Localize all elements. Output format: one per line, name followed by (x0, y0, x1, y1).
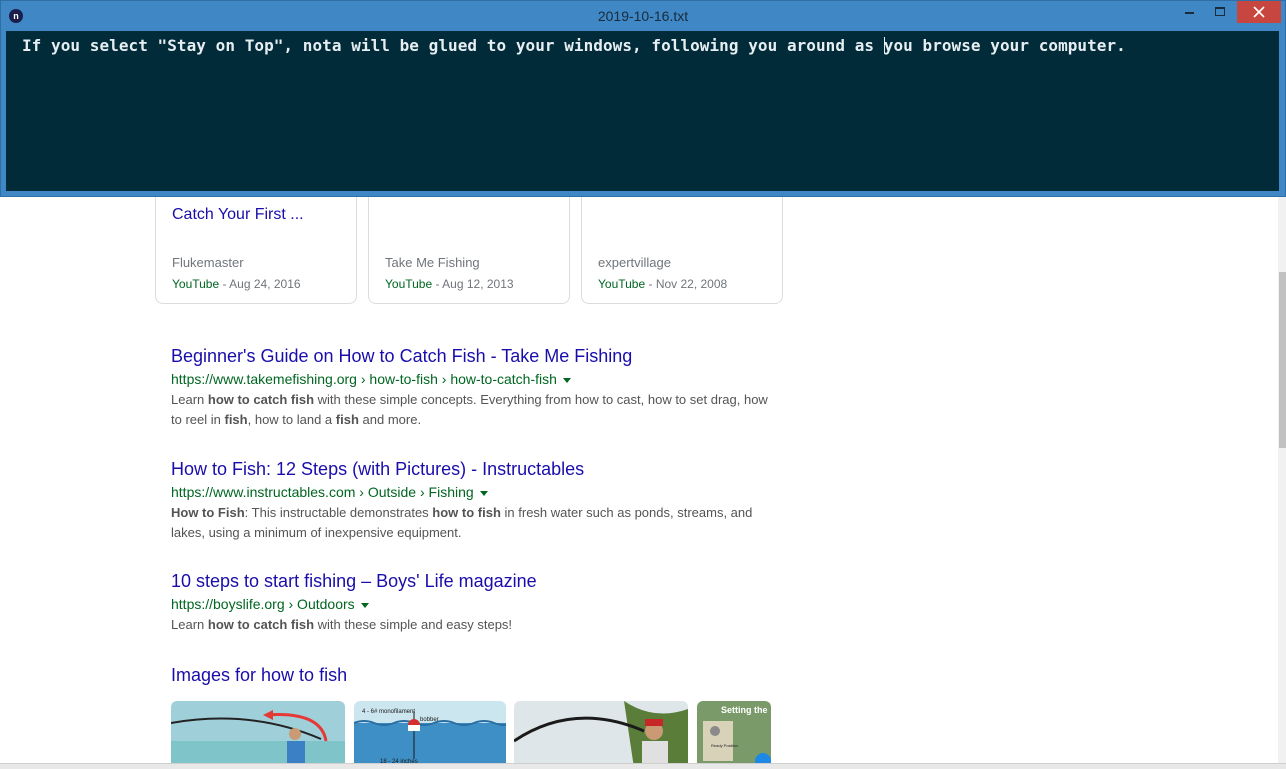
result-snippet: Learn how to catch fish with these simpl… (171, 615, 771, 635)
result-snippet: How to Fish: This instructable demonstra… (171, 503, 771, 543)
image-thumbnail-2[interactable]: 4 - 6# monofilament bobber 18 - 24 inche… (354, 701, 506, 768)
snippet-highlight: how to catch fish (207, 392, 315, 407)
text-editor[interactable]: If you select "Stay on Top", nota will b… (6, 31, 1279, 191)
image-thumbnail-1[interactable] (171, 701, 345, 768)
result-snippet: Learn how to catch fish with these simpl… (171, 390, 771, 430)
image-thumbnail-3[interactable] (514, 701, 688, 768)
video-title[interactable]: Catch Your First ... (172, 206, 304, 224)
editor-content[interactable]: If you select "Stay on Top", nota will b… (22, 36, 1263, 56)
page-scrollbar-thumb[interactable] (1279, 272, 1286, 448)
video-meta: YouTube - Nov 22, 2008 (598, 277, 727, 291)
caret-down-icon[interactable] (562, 377, 571, 383)
window-title: 2019-10-16.txt (597, 8, 689, 24)
video-channel: Take Me Fishing (385, 255, 480, 270)
editor-text-after-caret: you browse your computer. (883, 36, 1126, 55)
video-date: - Aug 24, 2016 (219, 277, 301, 291)
caret-down-icon[interactable] (479, 490, 488, 496)
title-bar[interactable]: n 2019-10-16.txt (1, 1, 1285, 31)
minimize-button[interactable] (1175, 1, 1205, 23)
result-title-link[interactable]: 10 steps to start fishing – Boys' Life m… (171, 570, 771, 592)
snippet-highlight: fish (224, 412, 248, 427)
search-result-3: 10 steps to start fishing – Boys' Life m… (171, 570, 771, 635)
snippet-text: Learn (171, 392, 208, 407)
snippet-text: Learn (171, 617, 208, 632)
image-thumbnail-4[interactable]: Setting the Ready Position (697, 701, 771, 768)
images-section-title[interactable]: Images for how to fish (171, 665, 347, 686)
video-source: YouTube (385, 277, 433, 291)
video-meta: YouTube - Aug 24, 2016 (172, 277, 301, 291)
snippet-text: , how to land a (247, 412, 336, 427)
result-url[interactable]: https://boyslife.org › Outdoors (171, 594, 771, 614)
snippet-highlight: fish (335, 412, 359, 427)
video-source: YouTube (172, 277, 220, 291)
search-result-1: Beginner's Guide on How to Catch Fish - … (171, 345, 771, 430)
thumb-label: Ready Position (711, 743, 738, 748)
result-url-text[interactable]: https://www.instructables.com › Outside … (171, 484, 474, 500)
result-url-text[interactable]: https://boyslife.org › Outdoors (171, 596, 355, 612)
nota-window: n 2019-10-16.txt If you select "Stay on … (0, 0, 1286, 197)
video-source: YouTube (598, 277, 646, 291)
snippet-highlight: how to fish (432, 505, 501, 520)
snippet-text: and more. (358, 412, 422, 427)
thumb-label: bobber (420, 717, 439, 723)
close-icon (1253, 6, 1265, 18)
snippet-text: : This instructable demonstrates (244, 505, 433, 520)
snippet-highlight: how to catch fish (207, 617, 315, 632)
video-channel: expertvillage (598, 255, 671, 270)
result-title-link[interactable]: Beginner's Guide on How to Catch Fish - … (171, 345, 771, 367)
snippet-highlight: How to Fish (171, 505, 245, 520)
caret-down-icon[interactable] (360, 602, 369, 608)
window-bottom-edge (0, 763, 1286, 769)
thumb-label: 4 - 6# monofilament (362, 709, 415, 715)
video-channel: Flukemaster (172, 255, 244, 270)
editor-text-before-caret: If you select "Stay on Top", nota will b… (22, 36, 884, 55)
snippet-text: with these simple and easy steps! (314, 617, 513, 632)
search-result-2: How to Fish: 12 Steps (with Pictures) - … (171, 458, 771, 543)
result-title-link[interactable]: How to Fish: 12 Steps (with Pictures) - … (171, 458, 771, 480)
close-button[interactable] (1237, 1, 1281, 23)
video-meta: YouTube - Aug 12, 2013 (385, 277, 514, 291)
video-date: - Nov 22, 2008 (645, 277, 728, 291)
result-url[interactable]: https://www.takemefishing.org › how-to-f… (171, 369, 771, 389)
result-url[interactable]: https://www.instructables.com › Outside … (171, 482, 771, 502)
result-url-text[interactable]: https://www.takemefishing.org › how-to-f… (171, 371, 557, 387)
thumb-label: Setting the (721, 705, 768, 715)
video-date: - Aug 12, 2013 (432, 277, 514, 291)
maximize-button[interactable] (1205, 1, 1235, 23)
